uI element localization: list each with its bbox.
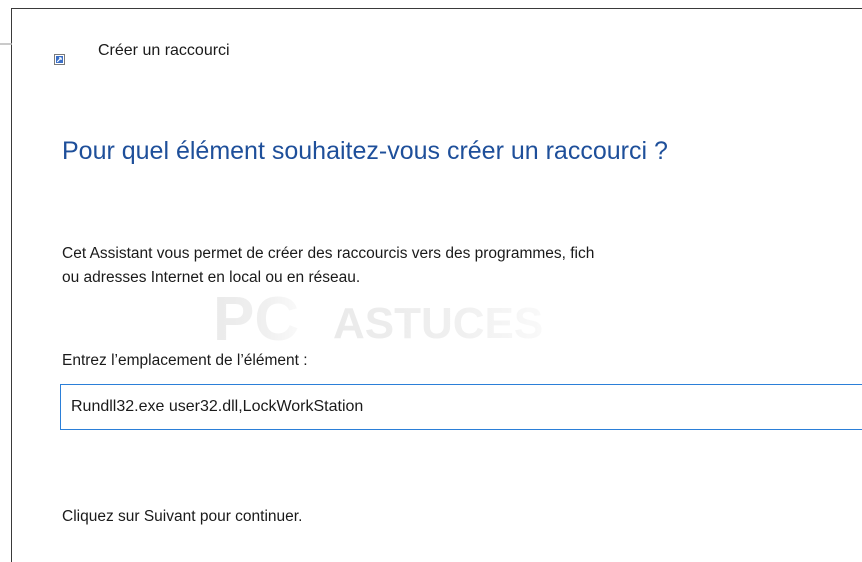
- continue-note: Cliquez sur Suivant pour continuer.: [62, 508, 303, 525]
- window-top-border: [11, 8, 862, 9]
- description-line-1: Cet Assistant vous permet de créer des r…: [62, 245, 595, 262]
- window-left-border: [11, 8, 12, 562]
- watermark-logo: PC ASTUCES: [205, 285, 645, 354]
- watermark-pc: PC: [213, 288, 299, 348]
- watermark-astuces: ASTUCES: [333, 299, 543, 348]
- description-line-2: ou adresses Internet en local ou en rése…: [62, 269, 361, 286]
- description: Cet Assistant vous permet de créer des r…: [62, 242, 862, 290]
- window-title: Créer un raccourci: [98, 42, 230, 59]
- shortcut-icon: [54, 52, 65, 65]
- page-heading: Pour quel élément souhaitez-vous créer u…: [62, 137, 668, 165]
- location-label: Entrez l’emplacement de l’élément :: [62, 352, 308, 369]
- back-arrow-icon[interactable]: [0, 34, 12, 54]
- location-input[interactable]: [60, 384, 862, 430]
